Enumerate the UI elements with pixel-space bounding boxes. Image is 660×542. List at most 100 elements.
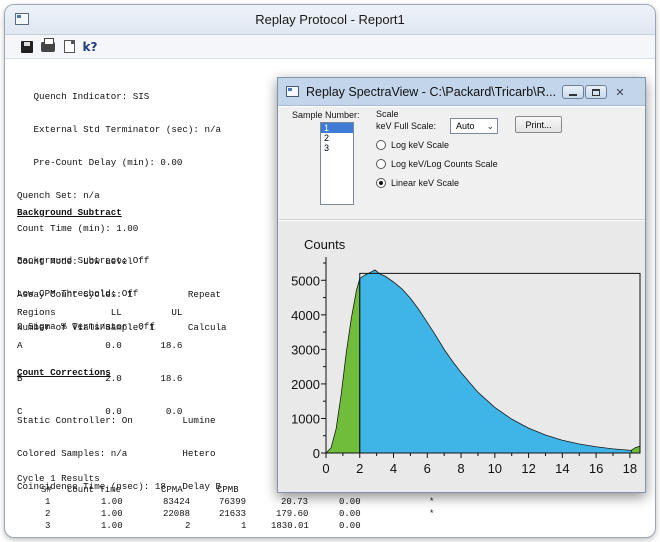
spectrum-chart-area: Counts 0 1000 2000 3000 4000 5000 0 2 4 6 8 10 12 14 16… [278,221,645,492]
kev-full-scale-label: keV Full Scale: [376,121,437,131]
col-header: Count Time [67,485,122,495]
report-line: Static Controller: On Lumine [17,415,216,426]
x-tick-label: 4 [390,461,397,476]
help-icon: k? [82,39,98,54]
help-button[interactable]: k? [82,39,98,55]
table-cell: 20.73 [281,497,309,507]
spectrum-series-0 [325,278,361,454]
table-cell: 83424 [163,497,191,507]
sample-listbox[interactable]: 1 2 3 [320,122,354,205]
radio-log-kev-log-counts-scale[interactable]: Log keV/Log Counts Scale [376,159,498,169]
table-cell: 76399 [219,497,247,507]
scale-group-label: Scale [376,109,399,119]
spectraview-window: Replay SpectraView - C:\Packard\Tricarb\… [277,77,646,493]
radio-dot [376,159,386,169]
window-system-icon[interactable] [286,86,299,97]
report-window: Replay Protocol - Report1 k? Quench Indi… [4,4,656,538]
save-button[interactable] [19,39,35,55]
radio-linear-kev-scale[interactable]: Linear keV Scale [376,178,459,188]
window-system-icon[interactable] [15,13,29,25]
radio-label: Log keV Scale [391,140,450,150]
table-cell: * [429,509,435,519]
x-tick-label: 2 [356,461,363,476]
preview-button[interactable] [61,39,77,55]
table-cell: 1.00 [101,509,123,519]
spectrum-series-1 [359,269,641,454]
print-icon [41,37,55,52]
table-cell: 1 [45,497,51,507]
table-cell: 21633 [219,509,247,519]
table-cell: 1.00 [101,497,123,507]
report-titlebar: Replay Protocol - Report1 [5,5,655,35]
radio-label: Log keV/Log Counts Scale [391,159,498,169]
y-axis-label: Counts [304,237,346,252]
y-tick-label: 2000 [291,377,320,392]
minimize-icon [569,93,577,96]
table-cell: 0.00 [339,521,361,531]
maximize-button[interactable] [585,85,607,99]
radio-dot-selected [376,178,386,188]
preview-icon [63,40,75,53]
close-button[interactable]: ✕ [608,85,632,99]
y-tick-label: 4000 [291,308,320,323]
y-tick-label: 5000 [291,273,320,288]
spectrum-chart: Counts 0 1000 2000 3000 4000 5000 0 2 4 6 8 10 12 14 16… [291,237,641,476]
print-button[interactable] [40,37,56,55]
chevron-down-icon: ⌄ [486,121,494,131]
spectraview-titlebar[interactable]: Replay SpectraView - C:\Packard\Tricarb\… [278,78,645,106]
kev-full-scale-select[interactable]: Auto ⌄ [450,118,498,134]
close-icon: ✕ [615,85,625,99]
x-tick-label: 8 [457,461,464,476]
report-line: Quench Indicator: SIS [17,91,150,102]
y-tick-label: 1000 [291,411,320,426]
sample-list-item[interactable]: 1 [321,123,353,133]
table-cell: 2 [185,521,191,531]
table-cell: 0.00 [339,509,361,519]
col-header: CPMB [217,485,239,495]
y-tick-label: 3000 [291,342,320,357]
table-cell: 1830.01 [271,521,309,531]
minimize-button[interactable] [562,85,584,99]
table-cell: * [429,497,435,507]
radio-log-kev-scale[interactable]: Log keV Scale [376,140,449,150]
print-dialog-button[interactable]: Print... [515,116,562,133]
table-cell: 1 [241,521,247,531]
spectrum-series-2 [631,445,641,454]
report-line: Colored Samples: n/a Hetero [17,448,216,459]
report-title: Replay Protocol - Report1 [255,12,405,27]
x-tick-label: 18 [623,461,637,476]
table-cell: 22088 [163,509,191,519]
maximize-icon [592,88,600,96]
sample-list-item[interactable]: 3 [321,143,353,153]
col-header: S# [41,485,52,495]
x-tick-label: 0 [322,461,329,476]
table-cell: 3 [45,521,51,531]
table-cell: 179.60 [276,509,309,519]
report-toolbar: k? [5,35,655,59]
report-line: External Std Terminator (sec): n/a [17,124,221,135]
report-line: Regions LL UL [17,307,183,318]
x-tick-label: 6 [424,461,431,476]
background-subtract-heading: Background Subtract [17,207,122,218]
kev-full-scale-value: Auto [456,121,475,131]
x-tick-label: 10 [488,461,502,476]
report-line: Pre-Count Delay (min): 0.00 [17,157,183,168]
x-tick-label: 14 [555,461,569,476]
table-cell: 0.00 [339,497,361,507]
report-line: Background Subtract: Off [17,255,150,266]
col-header: CPMA [161,485,183,495]
x-tick-label: 12 [521,461,535,476]
spectraview-title: Replay SpectraView - C:\Packard\Tricarb\… [306,84,557,99]
table-cell: 1.00 [101,521,123,531]
report-line: A 0.0 18.6 [17,340,183,351]
radio-dot [376,140,386,150]
sample-list-item[interactable]: 2 [321,133,353,143]
table-cell: 2 [45,509,51,519]
sample-number-label: Sample Number: [292,110,360,120]
radio-label: Linear keV Scale [391,178,460,188]
save-icon [21,40,33,53]
x-tick-label: 16 [589,461,603,476]
cycle-results-heading: Cycle 1 Results [17,473,100,484]
report-line: Quench Set: n/a [17,190,100,201]
y-tick-label: 0 [313,446,320,461]
